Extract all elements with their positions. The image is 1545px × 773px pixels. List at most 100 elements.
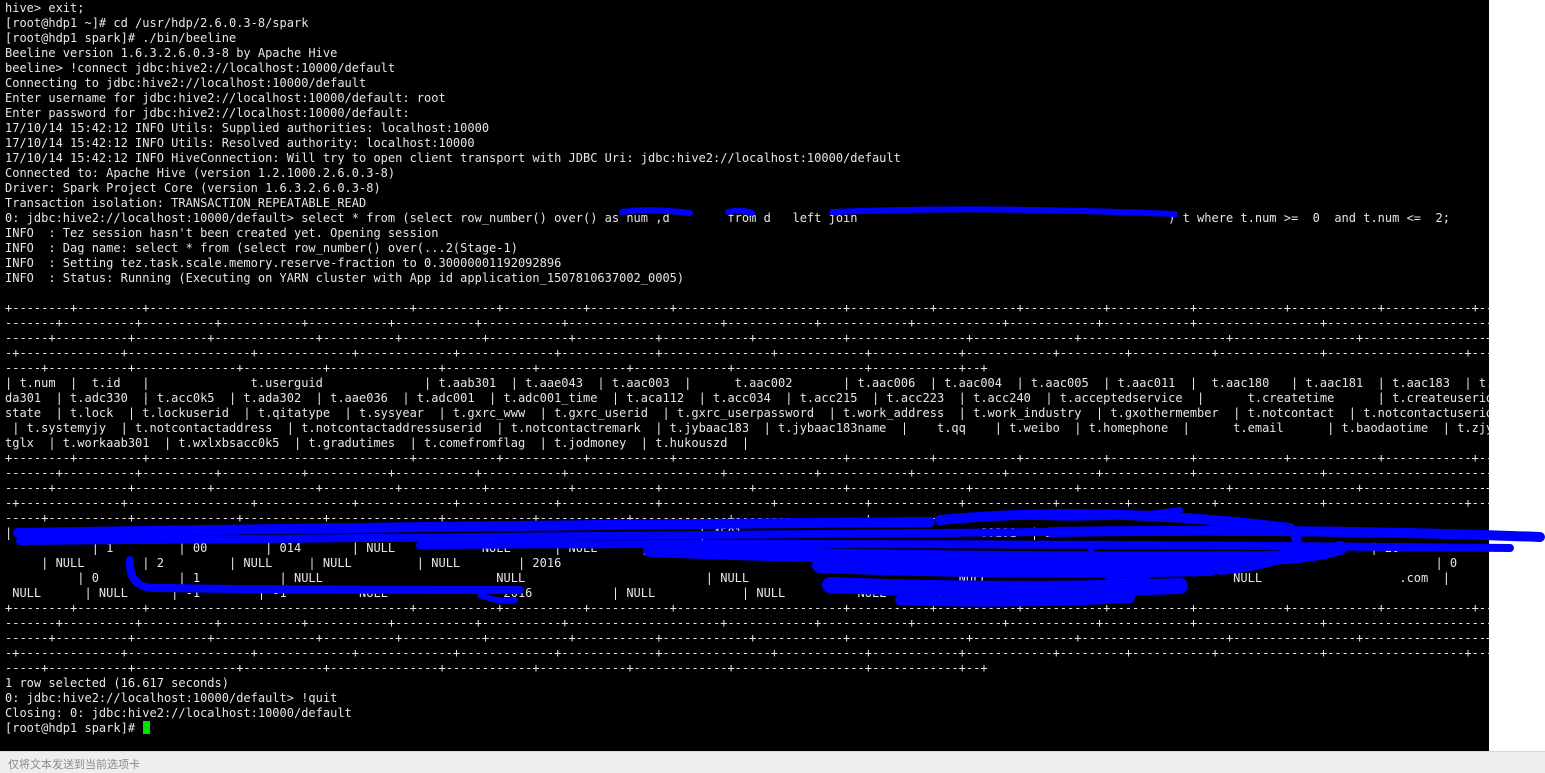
terminal-line-text: 17/10/14 15:42:12 INFO Utils: Resolved a… xyxy=(5,136,475,150)
terminal-line: da301 | t.adc330 | t.acc0k5 | t.ada302 |… xyxy=(5,391,1489,406)
terminal-line: ------+----------+----------+-----------… xyxy=(5,481,1489,496)
terminal-line: | NULL | 2 | NULL | NULL | NULL | 2016 N… xyxy=(5,556,1489,571)
terminal-line-text: state | t.lock | t.lockuserid | t.qitaty… xyxy=(5,406,1489,420)
terminal-line-text: [root@hdp1 spark]# ./bin/beeline xyxy=(5,31,237,45)
terminal-line: +--------+---------+--------------------… xyxy=(5,451,1489,466)
terminal-line-text: 0: jdbc:hive2://localhost:10000/default>… xyxy=(5,691,338,705)
terminal-line: -------+----------+----------+----------… xyxy=(5,316,1489,331)
terminal-line-text: 1 row selected (16.617 seconds) xyxy=(5,676,229,690)
terminal-line: Driver: Spark Project Core (version 1.6.… xyxy=(5,181,1489,196)
terminal-line: -------+----------+----------+----------… xyxy=(5,466,1489,481)
terminal-output: hive> exit; [root@hdp1 ~]# cd /usr/hdp/2.… xyxy=(5,1,1489,736)
terminal-line-text: -+--------------+-----------------+-----… xyxy=(5,496,1489,510)
terminal-line-text: NULL | NULL | -1 | -1 NULL 2016 | NULL |… xyxy=(5,586,945,600)
terminal-line: INFO : Dag name: select * from (select r… xyxy=(5,241,1489,256)
terminal-line: [root@hdp1 ~]# cd /usr/hdp/2.6.0.3-8/spa… xyxy=(5,16,1489,31)
terminal-line-text: INFO : Dag name: select * from (select r… xyxy=(5,241,518,255)
terminal-line-text: -----+-----------+--------------+-------… xyxy=(5,511,988,525)
terminal-window[interactable]: hive> exit; [root@hdp1 ~]# cd /usr/hdp/2.… xyxy=(0,0,1489,751)
terminal-cursor xyxy=(143,721,151,734)
terminal-line: -----+-----------+--------------+-------… xyxy=(5,661,1489,676)
terminal-line: 17/10/14 15:42:12 INFO Utils: Supplied a… xyxy=(5,121,1489,136)
terminal-line-text: Transaction isolation: TRANSACTION_REPEA… xyxy=(5,196,367,210)
terminal-line: -------+----------+----------+----------… xyxy=(5,616,1489,631)
terminal-line-text: | 1 | 00 | 014 | NULL NULL | NULL | | 20… xyxy=(5,541,1489,555)
terminal-line-text: ------+----------+----------+-----------… xyxy=(5,481,1489,495)
terminal-line-text: Enter username for jdbc:hive2://localhos… xyxy=(5,91,446,105)
terminal-line-text: | t.num | t.id | t.userguid | t.aab301 |… xyxy=(5,376,1489,390)
terminal-line: beeline> !connect jdbc:hive2://localhost… xyxy=(5,61,1489,76)
terminal-line-text: -----+-----------+--------------+-------… xyxy=(5,661,988,675)
terminal-line: | t.num | t.id | t.userguid | t.aab301 |… xyxy=(5,376,1489,391)
terminal-line-text: | t.systemyjy | t.notcontactaddress | t.… xyxy=(5,421,1489,435)
terminal-line: state | t.lock | t.lockuserid | t.qitaty… xyxy=(5,406,1489,421)
terminal-line: INFO : Status: Running (Executing on YAR… xyxy=(5,271,1489,286)
terminal-line: | 0 | 1 | NULL NULL | NULL NULL NULL .co… xyxy=(5,571,1489,586)
terminal-line: -----+-----------+--------------+-------… xyxy=(5,361,1489,376)
terminal-line-text: -------+----------+----------+----------… xyxy=(5,616,1489,630)
terminal-line: | 1 | 00 | 014 | NULL NULL | NULL | | 20… xyxy=(5,541,1489,556)
terminal-line-text: INFO : Status: Running (Executing on YAR… xyxy=(5,271,685,285)
terminal-line: 17/10/14 15:42:12 INFO HiveConnection: W… xyxy=(5,151,1489,166)
terminal-line-text: | NULL | 2 | NULL | NULL | NULL | 2016 N… xyxy=(5,556,1458,570)
terminal-line: -+--------------+-----------------+-----… xyxy=(5,646,1489,661)
terminal-line: Beeline version 1.6.3.2.6.0.3-8 by Apach… xyxy=(5,46,1489,61)
terminal-line-text: hive> exit; xyxy=(5,1,85,15)
terminal-line-text: INFO : Setting tez.task.scale.memory.res… xyxy=(5,256,562,270)
terminal-line-text: 17/10/14 15:42:12 INFO Utils: Supplied a… xyxy=(5,121,490,135)
terminal-line-text: -+--------------+-----------------+-----… xyxy=(5,646,1489,660)
terminal-line: INFO : Tez session hasn't been created y… xyxy=(5,226,1489,241)
terminal-line: Enter password for jdbc:hive2://localhos… xyxy=(5,106,1489,121)
terminal-line: hive> exit; xyxy=(5,1,1489,16)
terminal-line-text: [root@hdp1 spark]# xyxy=(5,721,143,735)
terminal-line-text: Connected to: Apache Hive (version 1.2.1… xyxy=(5,166,396,180)
terminal-line-text: -------+----------+----------+----------… xyxy=(5,316,1489,330)
terminal-line: -+--------------+-----------------+-----… xyxy=(5,346,1489,361)
terminal-line: [root@hdp1 spark]# ./bin/beeline xyxy=(5,31,1489,46)
terminal-line-text: Closing: 0: jdbc:hive2://localhost:10000… xyxy=(5,706,352,720)
terminal-line: ------+----------+----------+-----------… xyxy=(5,631,1489,646)
terminal-line-text: ------+----------+----------+-----------… xyxy=(5,331,1489,345)
window-margin xyxy=(1489,0,1545,751)
terminal-line-text: Enter password for jdbc:hive2://localhos… xyxy=(5,106,410,120)
terminal-line: Closing: 0: jdbc:hive2://localhost:10000… xyxy=(5,706,1489,721)
terminal-line: | | 4501 00101 | 2 | xyxy=(5,526,1489,541)
terminal-line: ------+----------+----------+-----------… xyxy=(5,331,1489,346)
terminal-line-text: 0: jdbc:hive2://localhost:10000/default>… xyxy=(5,211,1450,225)
terminal-line: Transaction isolation: TRANSACTION_REPEA… xyxy=(5,196,1489,211)
terminal-line-text: +--------+---------+--------------------… xyxy=(5,301,1489,315)
terminal-line-text: Driver: Spark Project Core (version 1.6.… xyxy=(5,181,381,195)
terminal-line-text: -+--------------+-----------------+-----… xyxy=(5,346,1489,360)
terminal-line: NULL | NULL | -1 | -1 NULL 2016 | NULL |… xyxy=(5,586,1489,601)
terminal-line: tglx | t.workaab301 | t.wxlxbsacc0k5 | t… xyxy=(5,436,1489,451)
terminal-line: -----+-----------+--------------+-------… xyxy=(5,511,1489,526)
terminal-line-text: tglx | t.workaab301 | t.wxlxbsacc0k5 | t… xyxy=(5,436,750,450)
terminal-line-text: | | 4501 00101 | 2 | xyxy=(5,526,1489,540)
terminal-line-text: INFO : Tez session hasn't been created y… xyxy=(5,226,439,240)
terminal-line-text: -------+----------+----------+----------… xyxy=(5,466,1489,480)
terminal-line: 1 row selected (16.617 seconds) xyxy=(5,676,1489,691)
terminal-line: [root@hdp1 spark]# xyxy=(5,721,1489,736)
terminal-line: Enter username for jdbc:hive2://localhos… xyxy=(5,91,1489,106)
terminal-line: -+--------------+-----------------+-----… xyxy=(5,496,1489,511)
terminal-line: 17/10/14 15:42:12 INFO Utils: Resolved a… xyxy=(5,136,1489,151)
terminal-line-text: +--------+---------+--------------------… xyxy=(5,601,1489,615)
terminal-line: Connecting to jdbc:hive2://localhost:100… xyxy=(5,76,1489,91)
terminal-line: Connected to: Apache Hive (version 1.2.1… xyxy=(5,166,1489,181)
terminal-line: INFO : Setting tez.task.scale.memory.res… xyxy=(5,256,1489,271)
send-to-current-tab-label: 仅将文本发送到当前选项卡 xyxy=(8,758,140,771)
terminal-line-text: | 0 | 1 | NULL NULL | NULL NULL NULL .co… xyxy=(5,571,1450,585)
terminal-line: 0: jdbc:hive2://localhost:10000/default>… xyxy=(5,211,1489,226)
terminal-line: +--------+---------+--------------------… xyxy=(5,301,1489,316)
terminal-line-text: ------+----------+----------+-----------… xyxy=(5,631,1489,645)
terminal-line: +--------+---------+--------------------… xyxy=(5,601,1489,616)
terminal-line-text: beeline> !connect jdbc:hive2://localhost… xyxy=(5,61,396,75)
status-bar[interactable]: 仅将文本发送到当前选项卡 xyxy=(0,751,1545,773)
terminal-line-text: [root@hdp1 ~]# cd /usr/hdp/2.6.0.3-8/spa… xyxy=(5,16,309,30)
terminal-line-text: Connecting to jdbc:hive2://localhost:100… xyxy=(5,76,367,90)
terminal-line-text: -----+-----------+--------------+-------… xyxy=(5,361,988,375)
terminal-line-text: da301 | t.adc330 | t.acc0k5 | t.ada302 |… xyxy=(5,391,1489,405)
terminal-line-text: 17/10/14 15:42:12 INFO HiveConnection: W… xyxy=(5,151,901,165)
terminal-line-text: +--------+---------+--------------------… xyxy=(5,451,1489,465)
